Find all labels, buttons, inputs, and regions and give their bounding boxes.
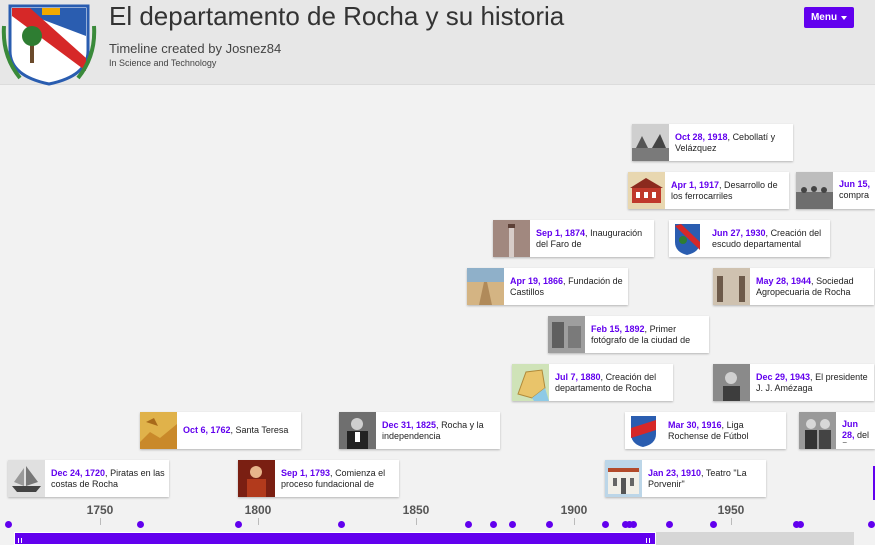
event-dot[interactable] [490, 521, 497, 528]
event-dot[interactable] [137, 521, 144, 528]
theater-photo [605, 460, 642, 497]
event-dot[interactable] [5, 521, 12, 528]
timeline-event[interactable]: Mar 30, 1916, Liga Rochense de Fútbol [625, 412, 786, 449]
lighthouse-photo [493, 220, 530, 257]
event-dot[interactable] [465, 521, 472, 528]
timeline-event[interactable]: Jan 23, 1910, Teatro "La Porvenir" [605, 460, 766, 497]
event-date: Dec 29, 1943 [756, 371, 811, 382]
event-date: Dec 31, 1825 [382, 419, 437, 430]
event-date: Oct 28, 1918 [675, 131, 728, 142]
timeline-event[interactable]: Sep 1, 1874, Inauguración del Faro de [493, 220, 654, 257]
old-photo [548, 316, 585, 353]
scrollbar-left-handle[interactable] [16, 536, 24, 545]
axis-tick [574, 518, 575, 525]
event-dot[interactable] [602, 521, 609, 528]
axis-tick [258, 518, 259, 525]
crowd-photo [796, 172, 833, 209]
timeline-event[interactable]: Jul 7, 1880, Creación del departamento d… [512, 364, 673, 401]
officer-photo [339, 412, 376, 449]
timeline-event[interactable]: Dec 29, 1943, El presidente J. J. Amézag… [713, 364, 874, 401]
event-dot[interactable] [666, 521, 673, 528]
timeline-event[interactable]: Jun 28, del Rota [799, 412, 875, 449]
event-dot[interactable] [235, 521, 242, 528]
ship-engraving [8, 460, 45, 497]
event-dot[interactable] [546, 521, 553, 528]
timeline-category: In Science and Technology [109, 58, 217, 68]
event-dot[interactable] [509, 521, 516, 528]
timeline-event[interactable]: Apr 1, 1917, Desarrollo de los ferrocarr… [628, 172, 789, 209]
axis-tick [731, 518, 732, 525]
station-photo [628, 172, 665, 209]
axis-tick-label: 1800 [244, 503, 272, 517]
coat-of-arms-icon [669, 220, 706, 257]
axis-tick-label: 1950 [717, 503, 745, 517]
event-dot[interactable] [797, 521, 804, 528]
timeline-event[interactable]: May 28, 1944, Sociedad Agropecuaria de R… [713, 268, 874, 305]
caret-down-icon [841, 15, 848, 20]
header: El departamento de Rocha y su historia T… [0, 0, 875, 86]
event-dot[interactable] [338, 521, 345, 528]
axis-tick [100, 518, 101, 525]
axis-tick-label: 1900 [560, 503, 588, 517]
timeline-event[interactable]: Apr 19, 1866, Fundación de Castillos [467, 268, 628, 305]
event-date: Jan 23, 1910 [648, 467, 702, 478]
event-date: Jun 27, 1930 [712, 227, 766, 238]
event-date: Apr 19, 1866 [510, 275, 564, 286]
meeting-photo [799, 412, 836, 449]
event-text: compra e [839, 189, 870, 203]
timeline-event[interactable]: Dec 24, 1720, Piratas en las costas de R… [8, 460, 169, 497]
event-text: Santa Teresa [235, 425, 289, 435]
event-date: May 28, 1944 [756, 275, 812, 286]
fortress-image [140, 412, 177, 449]
event-dot[interactable] [710, 521, 717, 528]
timeline-event[interactable]: Oct 6, 1762, Santa Teresa [140, 412, 301, 449]
menu-button[interactable]: Menu [804, 7, 854, 28]
timeline-event[interactable]: Jun 27, 1930, Creación del escudo depart… [669, 220, 830, 257]
people-photo [713, 268, 750, 305]
portrait-photo [713, 364, 750, 401]
painting [238, 460, 275, 497]
event-date: Sep 1, 1874 [536, 227, 586, 238]
timeline-event[interactable]: Oct 28, 1918, Cebollatí y Velázquez [632, 124, 793, 161]
axis-tick-label: 1750 [86, 503, 114, 517]
event-date: Mar 30, 1916 [668, 419, 722, 430]
event-date: Jun 15, [839, 178, 871, 189]
timeline-event[interactable]: Feb 15, 1892, Primer fotógrafo de la ciu… [548, 316, 709, 353]
timeline-creator: Timeline created by Josnez84 [109, 41, 282, 56]
map-image [512, 364, 549, 401]
event-date: Apr 1, 1917 [671, 179, 720, 190]
street-photo [467, 268, 504, 305]
town-photo [632, 124, 669, 161]
axis-tick-label: 1850 [402, 503, 430, 517]
event-date: Jun 28, [842, 418, 859, 440]
event-date: Dec 24, 1720 [51, 467, 106, 478]
axis-tick [416, 518, 417, 525]
timeline-event[interactable]: Sep 1, 1793, Comienza el proceso fundaci… [238, 460, 399, 497]
menu-label: Menu [810, 12, 838, 23]
event-date: Jul 7, 1880 [555, 371, 601, 382]
event-date: Feb 15, 1892 [591, 323, 645, 334]
event-dot[interactable] [630, 521, 637, 528]
event-dot[interactable] [868, 521, 875, 528]
event-date: Oct 6, 1762 [183, 425, 231, 435]
timeline-scrollbar-thumb[interactable] [14, 532, 656, 545]
event-date: Sep 1, 1793 [281, 467, 331, 478]
timeline-event[interactable]: Jun 15, compra e [796, 172, 875, 209]
scrollbar-right-handle[interactable] [644, 536, 652, 545]
logo-coat-of-arms [0, 0, 98, 86]
timeline-event[interactable]: Dec 31, 1825, Rocha y la independencia [339, 412, 500, 449]
page-title: El departamento de Rocha y su historia [109, 1, 565, 31]
league-logo-icon [625, 412, 662, 449]
